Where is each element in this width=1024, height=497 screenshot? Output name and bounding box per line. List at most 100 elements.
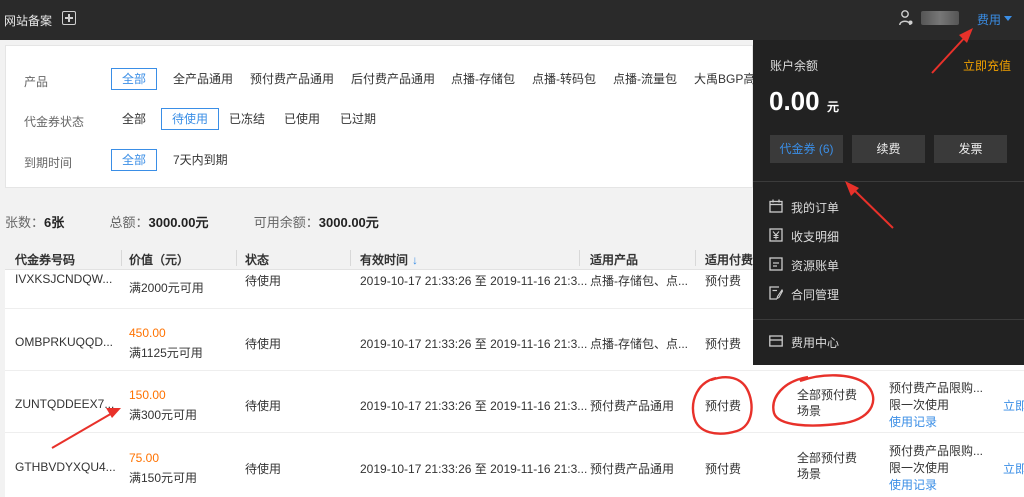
- voucher-scene: 全部预付费场景: [797, 388, 858, 418]
- voucher-code: OMBPRKUQQD...: [15, 335, 114, 349]
- voucher-valid-time: 2019-10-17 21:33:26 至 2019-11-16 21:3...: [360, 399, 588, 413]
- status-option-used[interactable]: 已使用: [273, 108, 331, 130]
- filter-panel: 产品 全部 全产品通用 预付费产品通用 后付费产品通用 点播-存储包 点播-转码…: [5, 45, 755, 188]
- voucher-usage-limit: 限一次使用: [889, 398, 950, 412]
- yen-icon: [769, 228, 783, 242]
- column-divider: [121, 250, 122, 266]
- balance-unit: 元: [827, 100, 840, 114]
- menu-item-label: 我的订单: [791, 201, 840, 215]
- expiry-option-7days[interactable]: 7天内到期: [162, 149, 239, 171]
- invoice-button[interactable]: 发票: [934, 135, 1007, 163]
- use-now-link[interactable]: 立即: [1003, 397, 1024, 414]
- filter-label-product: 产品: [24, 75, 49, 89]
- contract-icon: [769, 286, 783, 300]
- plus-square-icon[interactable]: [62, 11, 76, 25]
- available-value: 3000.00元: [318, 215, 379, 230]
- voucher-status: 待使用: [245, 462, 282, 476]
- voucher-status: 待使用: [245, 274, 282, 288]
- product-option-general[interactable]: 全产品通用: [162, 68, 244, 90]
- voucher-valid-time: 2019-10-17 21:33:26 至 2019-11-16 21:3...: [360, 462, 588, 476]
- available-label: 可用余额：: [253, 215, 319, 230]
- caret-down-icon[interactable]: [1004, 16, 1012, 21]
- menu-item-label: 资源账单: [791, 259, 840, 273]
- voucher-condition: 满300元可用: [129, 408, 198, 422]
- voucher-product: 点播-存储包、点...: [590, 274, 688, 288]
- voucher-condition: 满150元可用: [129, 471, 198, 485]
- recharge-link[interactable]: 立即充值: [963, 57, 1011, 74]
- status-option-frozen[interactable]: 已冻结: [218, 108, 276, 130]
- column-divider: [695, 250, 696, 266]
- divider: [753, 319, 1024, 320]
- menu-item-label: 费用中心: [791, 336, 840, 350]
- usage-record-link[interactable]: 使用记录: [889, 413, 937, 430]
- voucher-summary: 张数：6张 总额：3000.00元 可用余额：3000.00元: [5, 212, 379, 231]
- renew-button[interactable]: 续费: [852, 135, 925, 163]
- voucher-product: 点播-存储包、点...: [590, 337, 688, 351]
- voucher-code: GTHBVDYXQU4...: [15, 460, 116, 474]
- user-name-masked[interactable]: [921, 11, 959, 25]
- card-icon: [769, 335, 783, 347]
- top-bar: 网站备案 费用: [0, 0, 1024, 40]
- fee-menu-button[interactable]: 费用: [977, 11, 1001, 28]
- product-option-all[interactable]: 全部: [111, 68, 158, 90]
- site-filing-link[interactable]: 网站备案: [4, 12, 52, 29]
- voucher-valid-time: 2019-10-17 21:33:26 至 2019-11-16 21:3...: [360, 274, 588, 288]
- voucher-button[interactable]: 代金券 (6): [770, 135, 843, 163]
- voucher-valid-time: 2019-10-17 21:33:26 至 2019-11-16 21:3...: [360, 337, 588, 351]
- divider: [753, 181, 1024, 182]
- voucher-status: 待使用: [245, 337, 282, 351]
- arrow-down-icon[interactable]: ↓: [412, 253, 418, 267]
- header-billing: 适用付费: [705, 253, 754, 267]
- header-value: 价值（元）: [129, 253, 190, 267]
- fee-dropdown: 账户余额 立即充值 0.00 元 代金券 (6) 续费 发票 我的订单 收支明细…: [753, 40, 1024, 365]
- filter-label-expiry: 到期时间: [24, 156, 73, 170]
- product-option-vod-storage[interactable]: 点播-存储包: [440, 68, 526, 90]
- product-option-postpaid[interactable]: 后付费产品通用: [340, 68, 446, 90]
- voucher-usage-limit: 限一次使用: [889, 461, 950, 475]
- voucher-value: 75.00: [129, 451, 160, 465]
- voucher-status: 待使用: [245, 399, 282, 413]
- header-valid-time-label: 有效时间: [360, 253, 409, 267]
- product-option-prepaid[interactable]: 预付费产品通用: [239, 68, 345, 90]
- voucher-code: ZUNTQDDEEX7...: [15, 397, 115, 411]
- voucher-billing: 预付费: [705, 462, 742, 476]
- voucher-condition: 满1125元可用: [129, 346, 203, 360]
- table-row: GTHBVDYXQU4... 75.00 满150元可用 待使用 2019-10…: [5, 433, 1024, 497]
- document-icon: [769, 257, 783, 271]
- total-value: 3000.00元: [148, 215, 209, 230]
- header-status: 状态: [245, 253, 270, 267]
- voucher-billing: 预付费: [705, 337, 742, 351]
- column-divider: [236, 250, 237, 266]
- total-label: 总额：: [109, 215, 149, 230]
- product-option-vod-transcode[interactable]: 点播-转码包: [521, 68, 607, 90]
- product-option-vod-traffic[interactable]: 点播-流量包: [602, 68, 688, 90]
- balance-value: 0.00: [769, 86, 820, 116]
- status-option-pending[interactable]: 待使用: [161, 108, 220, 130]
- menu-item-label: 合同管理: [791, 288, 840, 302]
- status-option-expired[interactable]: 已过期: [329, 108, 387, 130]
- voucher-product: 预付费产品通用: [590, 399, 675, 413]
- header-product: 适用产品: [590, 253, 639, 267]
- voucher-product: 预付费产品通用: [590, 462, 675, 476]
- table-row: ZUNTQDDEEX7... 150.00 满300元可用 待使用 2019-1…: [5, 371, 1024, 433]
- status-option-all[interactable]: 全部: [111, 108, 157, 130]
- user-icon[interactable]: [899, 10, 913, 26]
- voucher-scene: 全部预付费场景: [797, 451, 858, 481]
- voucher-value: 150.00: [129, 388, 166, 402]
- column-divider: [350, 250, 351, 266]
- usage-record-link[interactable]: 使用记录: [889, 476, 937, 493]
- voucher-limit: 预付费产品限购...: [889, 444, 984, 458]
- expiry-option-all[interactable]: 全部: [111, 149, 158, 171]
- voucher-billing: 预付费: [705, 274, 742, 288]
- menu-item-label: 收支明细: [791, 230, 840, 244]
- voucher-value: 450.00: [129, 326, 166, 340]
- count-label: 张数：: [5, 215, 45, 230]
- voucher-code: IVXKSJCNDQW...: [15, 272, 113, 286]
- filter-label-status: 代金券状态: [24, 115, 85, 129]
- header-valid-time[interactable]: 有效时间 ↓: [360, 251, 418, 268]
- voucher-billing: 预付费: [705, 399, 742, 413]
- count-value: 6张: [44, 215, 65, 230]
- voucher-limit: 预付费产品限购...: [889, 381, 984, 395]
- use-now-link[interactable]: 立即: [1003, 460, 1024, 477]
- header-code: 代金券号码: [15, 253, 76, 267]
